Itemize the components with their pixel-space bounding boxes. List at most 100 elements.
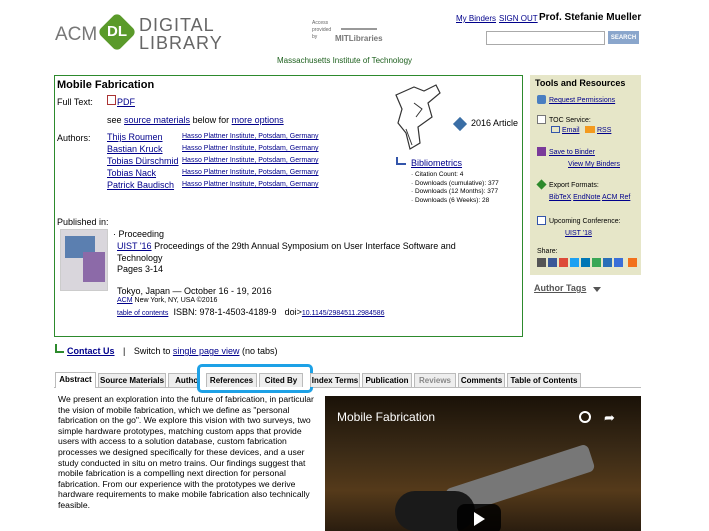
linkedin-share-icon[interactable] bbox=[581, 258, 590, 267]
see-mid: below for bbox=[192, 115, 230, 125]
location-dates: Tokyo, Japan — October 16 - 19, 2016 bbox=[117, 286, 272, 296]
author-affiliation[interactable]: Hasso Plattner Institute, Potsdam, Germa… bbox=[182, 133, 319, 140]
contact-us-link[interactable]: Contact Us bbox=[67, 346, 115, 356]
tools-sidebar bbox=[530, 75, 641, 275]
share-buttons bbox=[537, 258, 639, 270]
see-source-line: see source materials below for more opti… bbox=[107, 115, 284, 125]
venue-title: Proceedings of the 29th Annual Symposium… bbox=[117, 241, 456, 263]
published-in-label: Published in: bbox=[57, 217, 109, 227]
bibtex-link[interactable]: BibTeX bbox=[549, 194, 571, 201]
tab-comments[interactable]: Comments bbox=[458, 373, 505, 387]
calendar-icon bbox=[537, 216, 546, 225]
export-links: BibTeX EndNote ACM Ref bbox=[549, 194, 630, 201]
venue-link[interactable]: UIST '16 bbox=[117, 241, 152, 251]
clock-icon[interactable] bbox=[579, 411, 591, 423]
more-options-link[interactable]: more options bbox=[232, 115, 284, 125]
tab-bar-line bbox=[54, 387, 641, 388]
author-name[interactable]: Tobias Dürschmid bbox=[107, 156, 179, 166]
delicious-share-icon[interactable] bbox=[614, 258, 623, 267]
twitter-share-icon[interactable] bbox=[570, 258, 579, 267]
tab-source-materials[interactable]: Source Materials bbox=[98, 373, 166, 387]
authors-label: Authors: bbox=[57, 133, 91, 143]
contact-line: Contact Us | Switch to single page view … bbox=[67, 346, 278, 356]
author-row: Tobias Nack Hasso Plattner Institute, Po… bbox=[107, 167, 347, 179]
citation-count: · Citation Count: 4 bbox=[411, 171, 464, 178]
share-arrow-icon[interactable]: ➦ bbox=[604, 410, 615, 426]
isbn: ISBN: 978-1-4503-4189-9 bbox=[173, 307, 277, 317]
logo-acm-text: ACM bbox=[55, 24, 98, 45]
switch-text: Switch to bbox=[133, 346, 171, 356]
author-affiliation[interactable]: Hasso Plattner Institute, Potsdam, Germa… bbox=[182, 145, 319, 152]
google-plus-share-icon[interactable] bbox=[559, 258, 568, 267]
author-name[interactable]: Tobias Nack bbox=[107, 168, 156, 178]
reddit-share-icon[interactable] bbox=[592, 258, 601, 267]
video-player[interactable]: Mobile Fabrication ➦ bbox=[325, 396, 641, 531]
venue-line: UIST '16 Proceedings of the 29th Annual … bbox=[117, 240, 487, 264]
author-affiliation[interactable]: Hasso Plattner Institute, Potsdam, Germa… bbox=[182, 157, 319, 164]
contact-icon bbox=[55, 344, 64, 353]
author-affiliation[interactable]: Hasso Plattner Institute, Potsdam, Germa… bbox=[182, 181, 319, 188]
save-to-binder-link[interactable]: Save to Binder bbox=[549, 149, 595, 156]
mit-libraries-text: MITLibraries bbox=[335, 34, 383, 43]
bibliometrics-link[interactable]: Bibliometrics bbox=[411, 158, 462, 168]
tab-index-terms[interactable]: Index Terms bbox=[310, 373, 360, 387]
video-title: Mobile Fabrication bbox=[337, 410, 436, 424]
tab-references[interactable]: References bbox=[206, 373, 257, 387]
export-formats-label: Export Formats: bbox=[549, 182, 599, 189]
bibliometrics-icon bbox=[396, 157, 406, 165]
proceedings-cover[interactable] bbox=[60, 229, 108, 291]
author-name[interactable]: Patrick Baudisch bbox=[107, 180, 174, 190]
doi-link[interactable]: 10.1145/2984511.2984586 bbox=[302, 310, 385, 317]
author-tags-link[interactable]: Author Tags bbox=[534, 283, 586, 293]
acm-logo[interactable]: ACM DL DIGITAL LIBRARY bbox=[55, 12, 225, 54]
search-button[interactable]: SEARCH bbox=[608, 31, 639, 44]
pdf-link[interactable]: PDF bbox=[117, 97, 135, 107]
uist18-link[interactable]: UIST '18 bbox=[565, 230, 592, 237]
search-input[interactable] bbox=[486, 31, 605, 45]
tab-table-of-contents[interactable]: Table of Contents bbox=[507, 373, 581, 387]
email-link[interactable]: Email bbox=[562, 127, 580, 134]
tab-publication[interactable]: Publication bbox=[362, 373, 412, 387]
play-icon bbox=[474, 512, 485, 526]
author-affiliation[interactable]: Hasso Plattner Institute, Potsdam, Germa… bbox=[182, 169, 319, 176]
logo-line2: LIBRARY bbox=[139, 33, 223, 53]
isbn-line: table of contents ISBN: 978-1-4503-4189-… bbox=[117, 306, 385, 318]
upcoming-conference-label: Upcoming Conference: bbox=[549, 218, 621, 225]
email-share-icon[interactable] bbox=[537, 258, 546, 267]
article-title: Mobile Fabrication bbox=[57, 79, 155, 91]
downloads-12-months: · Downloads (12 Months): 377 bbox=[411, 188, 499, 195]
share-more-icon[interactable] bbox=[603, 258, 612, 267]
pdf-icon[interactable] bbox=[107, 95, 116, 105]
access-provided-text: Access provided by bbox=[312, 20, 332, 40]
endnote-link[interactable]: EndNote bbox=[573, 194, 600, 201]
acm-ref-link[interactable]: ACM Ref bbox=[602, 194, 630, 201]
publisher-line: ACM New York, NY, USA ©2016 bbox=[117, 297, 217, 304]
logo-dl-text: DL bbox=[107, 23, 127, 40]
facebook-share-icon[interactable] bbox=[548, 258, 557, 267]
toc-link[interactable]: table of contents bbox=[117, 310, 168, 317]
plus-share-icon[interactable] bbox=[628, 258, 637, 267]
doi-label: doi> bbox=[284, 307, 302, 317]
single-page-view-link[interactable]: single page view bbox=[173, 346, 240, 356]
publisher-text: New York, NY, USA ©2016 bbox=[134, 297, 218, 304]
mit-libraries-logo: MITLibraries bbox=[335, 16, 385, 46]
author-name[interactable]: Thijs Roumen bbox=[107, 132, 163, 142]
tab-reviews[interactable]: Reviews bbox=[414, 373, 456, 387]
author-name[interactable]: Bastian Kruck bbox=[107, 144, 163, 154]
view-binders-link[interactable]: View My Binders bbox=[568, 161, 620, 168]
source-materials-link[interactable]: source materials bbox=[124, 115, 190, 125]
play-button[interactable] bbox=[457, 504, 501, 531]
sign-out-link[interactable]: SIGN OUT bbox=[499, 14, 538, 23]
tab-cited-by[interactable]: Cited By bbox=[259, 373, 303, 387]
tab-abstract[interactable]: Abstract bbox=[55, 372, 96, 388]
separator: | bbox=[123, 346, 126, 356]
institution-name: Massachusetts Institute of Technology bbox=[277, 56, 413, 65]
chevron-down-icon[interactable] bbox=[593, 287, 601, 292]
rss-link[interactable]: RSS bbox=[597, 127, 611, 134]
email-icon bbox=[551, 126, 560, 133]
publisher-link[interactable]: ACM bbox=[117, 297, 133, 304]
pages: Pages 3-14 bbox=[117, 264, 164, 274]
downloads-6-weeks: · Downloads (6 Weeks): 28 bbox=[411, 196, 490, 204]
request-permissions-link[interactable]: Request Permissions bbox=[549, 97, 615, 104]
my-binders-link[interactable]: My Binders bbox=[456, 14, 496, 23]
